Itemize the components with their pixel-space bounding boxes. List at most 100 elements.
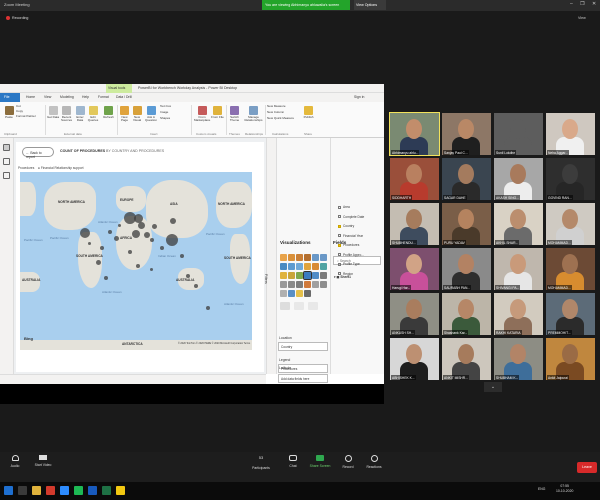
participant-tile[interactable]: AKASH SING...	[494, 158, 543, 200]
map-bubble[interactable]	[108, 230, 112, 234]
map-bubble[interactable]	[166, 234, 178, 246]
line-chart-icon[interactable]	[280, 263, 287, 270]
map-bubble[interactable]	[144, 232, 150, 238]
start-video-button[interactable]: Start Video	[30, 455, 56, 467]
clustered-column-chart-icon[interactable]	[304, 254, 311, 261]
participant-tile[interactable]: SAGAR DAHE	[442, 158, 491, 200]
new-column-button[interactable]: New Column	[267, 110, 284, 114]
reactions-button[interactable]: Reactions	[362, 455, 386, 469]
data-view-icon[interactable]	[3, 158, 10, 165]
format-paint-roller-icon[interactable]	[294, 302, 304, 310]
field-item[interactable]: Area	[338, 205, 350, 209]
python-visual-icon[interactable]	[296, 290, 303, 297]
map-bubble[interactable]	[136, 264, 140, 268]
back-to-report-button[interactable]: ← Back to report	[22, 147, 54, 159]
pie-chart-icon[interactable]	[280, 272, 287, 279]
map-bubble[interactable]	[100, 246, 104, 250]
refresh-button[interactable]: Refresh	[102, 106, 115, 119]
participant-tile[interactable]: Sunil Lokdhe	[494, 113, 543, 155]
clustered-bar-chart-icon[interactable]	[296, 254, 303, 261]
field-checkbox[interactable]	[338, 224, 341, 228]
field-checkbox[interactable]	[338, 243, 341, 247]
filters-pane[interactable]	[266, 138, 276, 374]
participant-tile[interactable]: Ankit Jaipurai	[546, 338, 595, 380]
edit-queries-button[interactable]: Edit Queries	[87, 106, 99, 123]
file-explorer-icon[interactable]	[32, 486, 41, 495]
windows-start-icon[interactable]	[4, 486, 13, 495]
participant-tile[interactable]: PURU YADAV	[442, 203, 491, 245]
tab-file[interactable]: File	[0, 93, 20, 102]
filled-map-icon[interactable]	[312, 272, 319, 279]
get-data-button[interactable]: Get Data	[47, 106, 59, 119]
from-marketplace-button[interactable]: From Marketplace	[194, 106, 210, 123]
participant-tile[interactable]: SHUBHENDU...	[390, 203, 439, 245]
map-bubble[interactable]	[160, 246, 164, 250]
new-measure-button[interactable]: New Measure	[267, 104, 286, 108]
field-table-sheet1[interactable]: ▾ ▦ Sheet1	[334, 275, 351, 279]
sign-in-link[interactable]: Sign in	[354, 95, 364, 99]
fields-well-icon[interactable]	[280, 302, 290, 310]
chat-button[interactable]: Chat	[284, 455, 302, 468]
scatter-chart-icon[interactable]	[320, 263, 327, 270]
paste-button[interactable]: Paste	[3, 106, 15, 119]
gauge-icon[interactable]	[280, 281, 287, 288]
publish-button[interactable]: Publish	[302, 106, 315, 119]
report-view-icon[interactable]	[3, 144, 10, 151]
ribbon-chart-icon[interactable]	[304, 263, 311, 270]
filters-pane-label[interactable]: Filters	[264, 274, 268, 284]
participant-tile[interactable]: SAURABH PAN...	[442, 248, 491, 290]
multi-row-card-icon[interactable]	[296, 281, 303, 288]
more-visuals-icon[interactable]	[304, 290, 311, 297]
manage-relationships-button[interactable]: Manage Relationships	[244, 106, 263, 123]
donut-chart-icon[interactable]	[288, 272, 295, 279]
new-visual-button[interactable]: New Visual	[131, 106, 143, 123]
field-item[interactable]: Profile Appro...	[338, 253, 364, 257]
chrome-icon[interactable]	[46, 486, 55, 495]
map-bubble[interactable]	[128, 250, 132, 254]
tab-data-drill[interactable]: Data / Drill	[116, 95, 132, 99]
percent-bar-chart-icon[interactable]	[312, 254, 319, 261]
map-bubble[interactable]	[194, 284, 198, 288]
participant-tile[interactable]: Shashank Kar...	[442, 293, 491, 335]
legend-item[interactable]: ● Financial Relationship support	[38, 166, 84, 170]
stacked-bar-chart-icon[interactable]	[280, 254, 287, 261]
participant-tile[interactable]: AKHIL SHAR...	[494, 203, 543, 245]
participant-tile[interactable]: RAKHI KATARIA	[494, 293, 543, 335]
participants-button[interactable]: 53 Participants	[246, 455, 276, 470]
participant-tile[interactable]: Neha Aggar...	[546, 113, 595, 155]
matrix-icon[interactable]	[280, 290, 287, 297]
map-bubble[interactable]	[138, 222, 145, 229]
participant-tile[interactable]: ABHISHEK K...	[390, 338, 439, 380]
view-options-button[interactable]: View Options	[354, 0, 386, 10]
audio-button[interactable]: Audio	[6, 455, 24, 468]
slicer-icon[interactable]	[312, 281, 319, 288]
map-bubble[interactable]	[88, 242, 91, 245]
map-bubble[interactable]	[206, 306, 210, 310]
field-checkbox[interactable]	[338, 205, 341, 209]
visual-tools-tab[interactable]: Visual tools	[106, 84, 132, 93]
participant-tile[interactable]: ANKUSH SH...	[390, 293, 439, 335]
search-taskbar-icon[interactable]	[18, 486, 27, 495]
shapes-button[interactable]: Shapes	[160, 116, 170, 120]
spotify-icon[interactable]	[74, 486, 83, 495]
percent-column-chart-icon[interactable]	[320, 254, 327, 261]
field-item[interactable]: Financial Year	[338, 234, 363, 238]
participant-tile[interactable]: PREMMOHIT...	[546, 293, 595, 335]
format-painter-button[interactable]: Format Painter	[16, 114, 36, 118]
map-visual[interactable]: NORTH AMERICA EUROPE ASIA NORTH AMERICA …	[20, 172, 252, 350]
image-button[interactable]: Image	[160, 110, 168, 114]
ask-question-button[interactable]: Ask A Question	[144, 106, 158, 123]
kpi-icon[interactable]	[304, 281, 311, 288]
field-checkbox[interactable]	[338, 272, 341, 276]
field-item[interactable]: Profile Type	[338, 262, 360, 266]
model-view-icon[interactable]	[3, 172, 10, 179]
share-screen-button[interactable]: Share Screen	[306, 455, 334, 468]
map-bubble[interactable]	[114, 236, 119, 241]
map-bubble[interactable]	[132, 230, 140, 238]
area-chart-icon[interactable]	[288, 263, 295, 270]
powerbi-taskbar-icon[interactable]	[116, 486, 125, 495]
well-latitude-field[interactable]: Add data fields here	[278, 374, 328, 383]
map-visual-icon[interactable]	[303, 271, 312, 280]
map-bubble[interactable]	[104, 276, 108, 280]
stacked-area-chart-icon[interactable]	[296, 263, 303, 270]
